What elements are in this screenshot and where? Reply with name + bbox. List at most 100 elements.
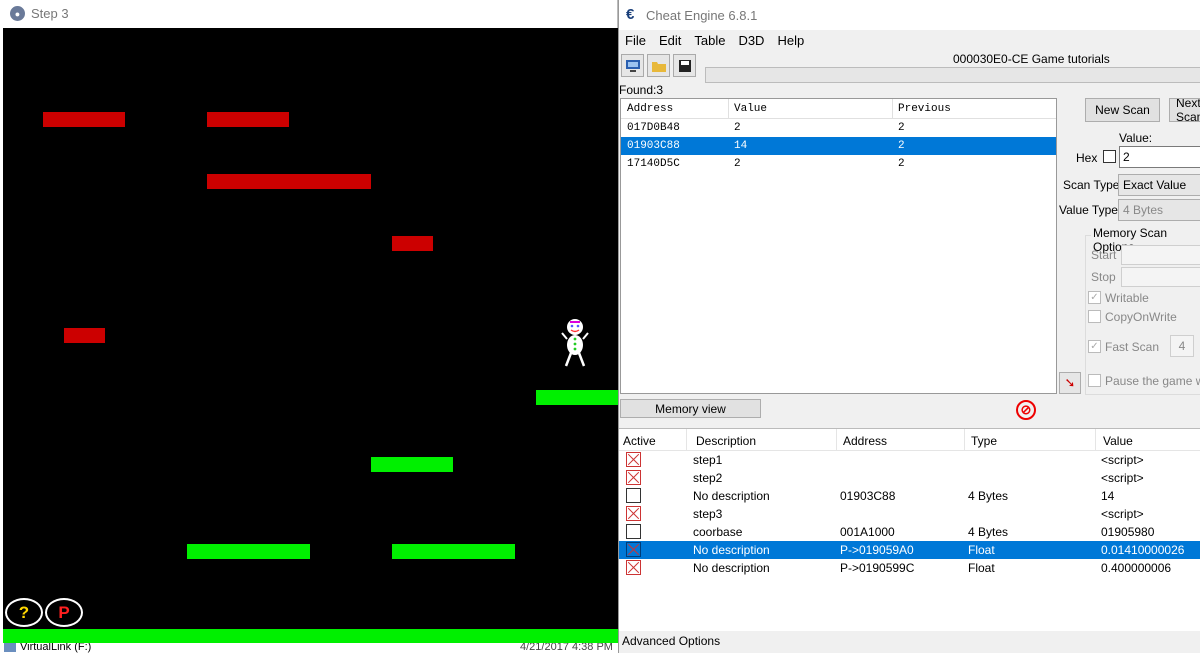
entry-type: 4 Bytes: [968, 489, 1009, 503]
column-address[interactable]: Address: [627, 103, 673, 115]
active-checkbox[interactable]: [626, 452, 641, 467]
active-checkbox[interactable]: [626, 560, 641, 575]
menu-edit[interactable]: Edit: [659, 31, 681, 50]
hex-checkbox[interactable]: [1103, 150, 1116, 163]
red-platform: [64, 328, 105, 343]
address-row[interactable]: No description 01903C88 4 Bytes 14: [619, 487, 1200, 505]
address-row[interactable]: No description P->0190599C Float 0.40000…: [619, 559, 1200, 577]
cheat-engine-window: € Cheat Engine 6.8.1 File Edit Table D3D…: [618, 0, 1200, 653]
active-checkbox[interactable]: [626, 488, 641, 503]
clear-list-icon[interactable]: ⊘: [1016, 400, 1036, 420]
ground-platform: [3, 629, 618, 643]
result-value: 2: [734, 122, 741, 134]
entry-description: coorbase: [693, 525, 743, 539]
entry-value: 0.01410000026: [1101, 543, 1185, 557]
scan-results-list[interactable]: Address Value Previous 017D0B48 2 2 0190…: [620, 98, 1057, 394]
red-platform: [43, 112, 125, 127]
save-button[interactable]: [673, 54, 696, 77]
scan-result-row[interactable]: 17140D5C 2 2: [621, 155, 1056, 173]
desktop: VirtualLink (F:) 4/21/2017 4:38 PM ● Ste…: [0, 0, 1200, 653]
active-checkbox[interactable]: [626, 470, 641, 485]
toolbar: [621, 54, 696, 77]
game-window: ● Step 3 ? P: [0, 0, 618, 643]
fast-scan-checkbox[interactable]: ✓: [1088, 340, 1101, 353]
column-active[interactable]: Active: [623, 434, 656, 448]
ce-titlebar[interactable]: € Cheat Engine 6.8.1: [619, 0, 1200, 30]
game-canvas[interactable]: [3, 28, 618, 629]
address-row[interactable]: step2 <script>: [619, 469, 1200, 487]
menu-d3d[interactable]: D3D: [738, 31, 764, 50]
address-row[interactable]: step1 <script>: [619, 451, 1200, 469]
scan-value-input[interactable]: 2: [1119, 146, 1200, 168]
column-previous[interactable]: Previous: [898, 103, 951, 115]
ce-title: Cheat Engine 6.8.1: [646, 7, 758, 23]
scan-result-row[interactable]: 017D0B48 2 2: [621, 119, 1056, 137]
column-divider: [728, 99, 729, 119]
address-row[interactable]: coorbase 001A1000 4 Bytes 01905980: [619, 523, 1200, 541]
memory-view-button[interactable]: Memory view: [620, 399, 761, 418]
paw-icon: ●: [10, 6, 25, 21]
writable-checkbox[interactable]: ✓: [1088, 291, 1101, 304]
green-platform: [371, 457, 453, 472]
pause-game-checkbox[interactable]: [1088, 374, 1101, 387]
entry-address: 001A1000: [840, 525, 895, 539]
scan-type-select[interactable]: Exact Value: [1118, 174, 1200, 196]
help-button[interactable]: ?: [5, 598, 43, 627]
address-row-selected[interactable]: No description P->019059A0 Float 0.01410…: [619, 541, 1200, 559]
hex-label: Hex: [1076, 151, 1098, 165]
menu-file[interactable]: File: [625, 31, 646, 50]
pause-game-label: Pause the game while scanning: [1105, 374, 1200, 388]
result-address: 17140D5C: [627, 158, 680, 170]
add-to-list-button[interactable]: ➘: [1059, 372, 1081, 394]
column-value[interactable]: Value: [1103, 434, 1133, 448]
entry-value: 0.400000006: [1101, 561, 1172, 575]
column-type[interactable]: Type: [971, 434, 997, 448]
game-titlebar[interactable]: ● Step 3: [0, 0, 617, 27]
entry-value: 01905980: [1101, 525, 1155, 539]
cheat-engine-icon: €: [626, 6, 635, 23]
found-count: Found:3: [619, 83, 664, 97]
red-platform: [207, 112, 289, 127]
open-file-button[interactable]: [647, 54, 670, 77]
player-character: [561, 319, 589, 367]
active-checkbox[interactable]: [626, 524, 641, 539]
copyonwrite-checkbox[interactable]: [1088, 310, 1101, 323]
result-address: 017D0B48: [627, 122, 680, 134]
entry-value: <script>: [1101, 507, 1144, 521]
column-value[interactable]: Value: [734, 103, 767, 115]
column-divider: [836, 429, 837, 451]
active-checkbox[interactable]: [626, 506, 641, 521]
value-label: Value:: [1119, 131, 1153, 145]
fast-scan-alignment-input[interactable]: 4: [1170, 335, 1194, 357]
result-previous: 2: [898, 122, 905, 134]
entry-value: <script>: [1101, 453, 1144, 467]
computer-icon: [625, 59, 640, 72]
start-label: Start: [1091, 248, 1117, 262]
pause-button[interactable]: P: [45, 598, 83, 627]
menu-help[interactable]: Help: [777, 31, 804, 50]
active-checkbox[interactable]: [626, 542, 641, 557]
menu-bar: File Edit Table D3D Help: [619, 31, 804, 50]
menu-table[interactable]: Table: [694, 31, 725, 50]
column-address[interactable]: Address: [843, 434, 887, 448]
column-description[interactable]: Description: [696, 434, 756, 448]
advanced-options-link[interactable]: Advanced Options: [622, 634, 720, 648]
address-row[interactable]: step3 <script>: [619, 505, 1200, 523]
new-scan-button[interactable]: New Scan: [1085, 98, 1160, 122]
game-title: Step 3: [31, 6, 69, 21]
next-scan-button[interactable]: Next Scan: [1169, 98, 1200, 122]
start-address-input[interactable]: [1121, 245, 1200, 265]
column-divider: [686, 429, 687, 451]
entry-type: Float: [968, 561, 995, 575]
value-type-select[interactable]: 4 Bytes: [1118, 199, 1200, 221]
red-arrow-icon: ➘: [1064, 375, 1076, 390]
stop-address-input[interactable]: [1121, 267, 1200, 287]
process-name: 000030E0-CE Game tutorials: [953, 52, 1110, 66]
result-value: 2: [734, 158, 741, 170]
result-previous: 2: [898, 140, 905, 152]
value-type-label: Value Type: [1059, 203, 1118, 217]
address-list[interactable]: Active Description Address Type Value st…: [619, 428, 1200, 631]
open-process-button[interactable]: [621, 54, 644, 77]
address-list-header: Active Description Address Type Value: [619, 429, 1200, 451]
scan-result-row-selected[interactable]: 01903C88 14 2: [621, 137, 1056, 155]
